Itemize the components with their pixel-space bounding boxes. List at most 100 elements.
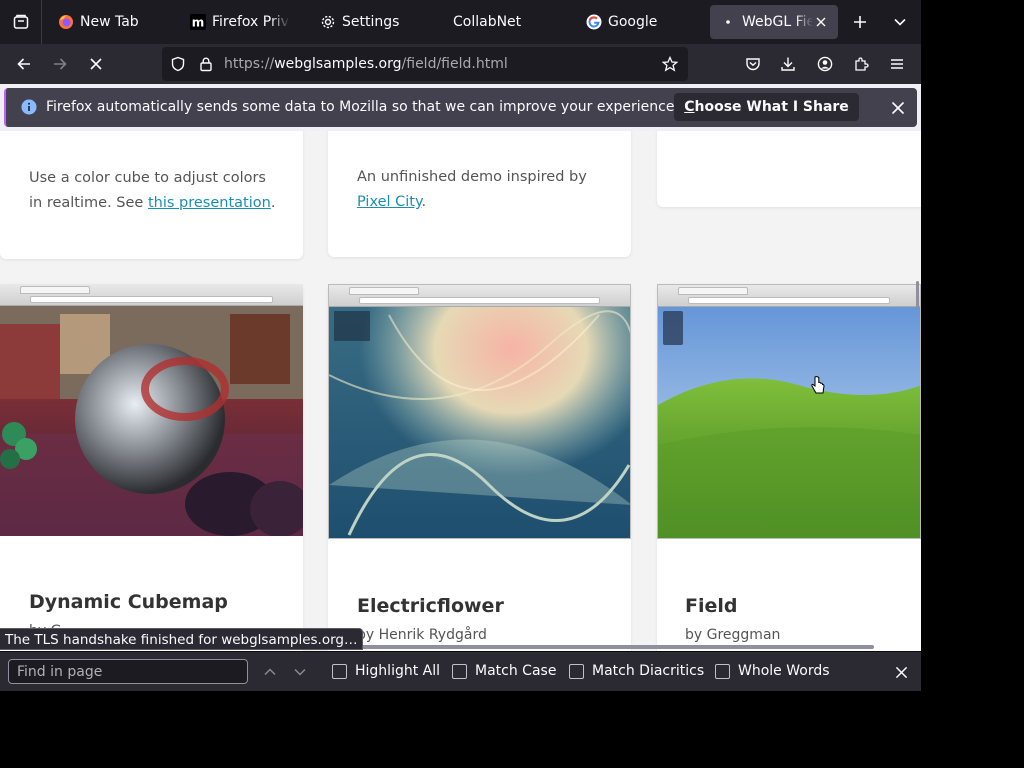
card-field[interactable]: Field by Greggman <box>657 284 921 651</box>
svg-text:m: m <box>192 16 205 30</box>
firefox-view-button[interactable] <box>0 0 42 44</box>
info-icon <box>21 99 37 115</box>
back-button[interactable] <box>8 48 40 80</box>
extensions-button[interactable] <box>845 48 877 80</box>
browser-screenshot-chrome <box>0 284 303 306</box>
list-all-tabs-button[interactable] <box>884 6 916 38</box>
chevron-down-icon <box>294 668 306 676</box>
description-text: An unfinished demo inspired by <box>357 169 587 185</box>
download-icon <box>781 57 795 71</box>
card-title[interactable]: Field <box>685 595 738 617</box>
app-menu-button[interactable] <box>881 48 913 80</box>
whole-words-checkbox[interactable]: Whole Words <box>715 663 830 679</box>
arrow-left-icon <box>17 58 30 70</box>
tab-collabnet[interactable]: CollabNet <box>443 5 567 39</box>
tab-bar: New Tab m Firefox Privac Settings Collab… <box>0 0 921 44</box>
page-content: Use a color cube to adjust colors in rea… <box>0 131 921 651</box>
close-find-bar-button[interactable] <box>890 661 912 683</box>
tab-google[interactable]: Google <box>576 5 700 39</box>
tab-new-tab[interactable]: New Tab <box>48 5 172 39</box>
match-case-checkbox[interactable]: Match Case <box>452 663 556 679</box>
close-icon <box>895 666 907 678</box>
shield-icon[interactable] <box>170 56 186 72</box>
url-bar[interactable]: https://webglsamples.org/field/field.htm… <box>162 47 688 81</box>
tab-label: Firefox Privac <box>212 14 290 30</box>
url-text[interactable]: https://webglsamples.org/field/field.htm… <box>224 56 508 72</box>
data-collection-notification: Firefox automatically sends some data to… <box>4 88 917 127</box>
stop-button[interactable] <box>80 48 112 80</box>
dynamic-cubemap-thumbnail[interactable] <box>0 284 303 536</box>
tab-label: New Tab <box>80 14 139 30</box>
forward-button[interactable] <box>44 48 76 80</box>
plus-icon <box>854 16 866 28</box>
notification-message: Firefox automatically sends some data to… <box>46 99 679 115</box>
tab-label: Google <box>608 14 658 30</box>
account-icon <box>817 56 833 72</box>
account-button[interactable] <box>809 48 841 80</box>
pocket-button[interactable] <box>737 48 769 80</box>
card-color-adjust: Use a color cube to adjust colors in rea… <box>0 131 303 259</box>
firefox-view-icon <box>13 14 28 29</box>
new-tab-button[interactable] <box>844 6 876 38</box>
tab-webgl-field[interactable]: WebGL Fiel <box>710 5 838 39</box>
find-next-button[interactable] <box>290 662 310 682</box>
pixel-city-link[interactable]: Pixel City <box>357 194 422 210</box>
electricflower-thumbnail[interactable] <box>328 284 631 539</box>
highlight-all-checkbox[interactable]: Highlight All <box>332 663 440 679</box>
find-bar: Highlight All Match Case Match Diacritic… <box>0 651 921 691</box>
card-electricflower[interactable]: Electricflower by Henrik Rydgård <box>328 284 631 651</box>
button-label: hoose What I Share <box>694 99 849 115</box>
close-tab-icon[interactable] <box>813 14 828 30</box>
field-thumbnail[interactable] <box>657 284 921 539</box>
presentation-link[interactable]: this presentation <box>148 195 271 211</box>
status-panel: The TLS handshake finished for webglsamp… <box>0 628 364 650</box>
puzzle-piece-icon <box>855 57 869 71</box>
description-end: . <box>421 194 427 210</box>
browser-window: New Tab m Firefox Privac Settings Collab… <box>0 0 921 691</box>
firefox-icon <box>58 14 74 30</box>
tab-label: Settings <box>342 14 400 30</box>
bookmark-star-icon[interactable] <box>662 56 678 72</box>
mozilla-m-icon: m <box>190 14 206 30</box>
close-notification-button[interactable] <box>886 96 910 120</box>
checkbox-box[interactable] <box>715 663 730 679</box>
match-diacritics-checkbox[interactable]: Match Diacritics <box>569 663 704 679</box>
chevron-down-icon <box>894 18 906 26</box>
url-path: /field/field.html <box>401 56 508 72</box>
chevron-up-icon <box>264 668 276 676</box>
card-author: by Henrik Rydgård <box>357 627 487 643</box>
browser-screenshot-chrome <box>329 285 630 307</box>
checkbox-box[interactable] <box>569 663 584 679</box>
url-host: webglsamples.org <box>274 56 402 72</box>
whole-words-label: Whole Words <box>738 663 830 679</box>
url-scheme: https:// <box>224 56 275 72</box>
card-description: Use a color cube to adjust colors in rea… <box>29 166 279 216</box>
tab-firefox-privacy[interactable]: m Firefox Privac <box>180 5 300 39</box>
match-diacritics-label: Match Diacritics <box>592 663 705 679</box>
card-dynamic-cubemap[interactable]: Dynamic Cubemap by G <box>0 284 303 651</box>
card-title[interactable]: Dynamic Cubemap <box>29 591 228 613</box>
card-top-right <box>657 131 921 207</box>
lock-icon[interactable] <box>198 56 214 72</box>
tab-label: CollabNet <box>453 14 522 30</box>
find-in-page-input[interactable] <box>8 659 248 684</box>
card-pixel-city: An unfinished demo inspired by Pixel Cit… <box>328 131 631 257</box>
checkbox-box[interactable] <box>452 663 467 679</box>
description-end: . <box>270 195 276 211</box>
google-g-icon <box>586 14 602 30</box>
choose-what-i-share-button[interactable]: Choose What I Share <box>674 93 859 121</box>
hand-cursor-icon <box>811 376 825 394</box>
checkbox-box[interactable] <box>332 663 347 679</box>
tab-settings[interactable]: Settings <box>310 5 434 39</box>
gear-icon <box>320 14 336 30</box>
navigation-toolbar: https://webglsamples.org/field/field.htm… <box>0 44 921 84</box>
vertical-scrollbar[interactable] <box>916 281 919 309</box>
downloads-button[interactable] <box>772 48 804 80</box>
close-icon <box>891 101 905 115</box>
stop-x-icon <box>90 58 102 70</box>
find-previous-button[interactable] <box>260 662 280 682</box>
card-title[interactable]: Electricflower <box>357 595 504 617</box>
match-case-label: Match Case <box>475 663 557 679</box>
browser-screenshot-chrome <box>658 285 920 307</box>
button-accesskey: C <box>684 99 695 115</box>
